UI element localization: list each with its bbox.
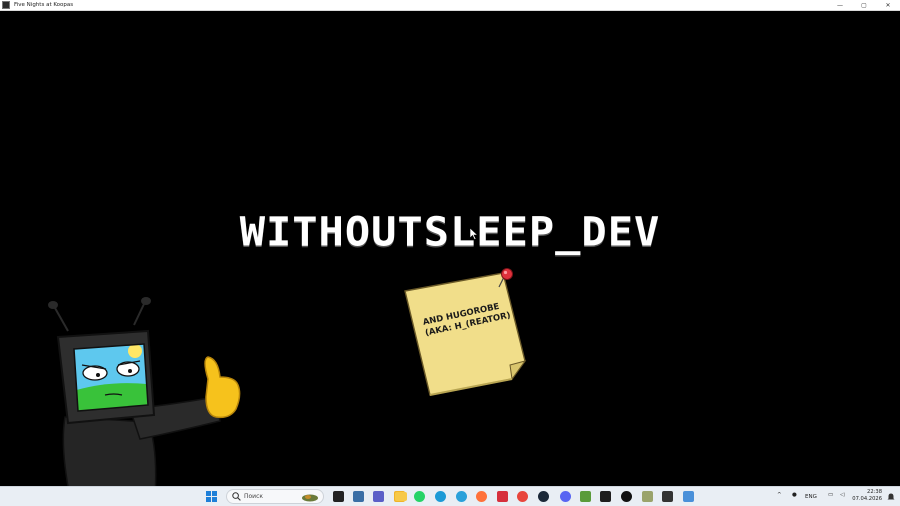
file-explorer-icon[interactable]: [333, 491, 344, 502]
app-icon: [2, 1, 10, 9]
game-icon[interactable]: [642, 491, 653, 502]
display-icon[interactable]: ▭: [828, 492, 833, 498]
taskbar-search-box[interactable]: Поиск: [226, 489, 324, 504]
search-icon: [232, 492, 241, 501]
tv-character-illustration: [48, 297, 241, 497]
chrome-icon[interactable]: [517, 491, 528, 502]
folder-icon[interactable]: [395, 492, 407, 501]
pushpin-icon: [501, 268, 513, 280]
notification-icon[interactable]: [887, 493, 895, 501]
taskbar: Поиск ^ ● ENG ▭ ◁ 22:38 07.04.2026: [0, 486, 900, 506]
windows-start-icon[interactable]: [206, 491, 217, 502]
discord-icon[interactable]: [560, 491, 571, 502]
widgets-icon[interactable]: [373, 491, 384, 502]
sticky-note: [404, 268, 527, 396]
clock-date: 07.04.2026: [852, 496, 882, 502]
language-indicator[interactable]: ENG: [805, 494, 817, 500]
search-highlight-icon: [302, 494, 318, 502]
steam-icon[interactable]: [538, 491, 549, 502]
mouse-cursor-icon: [470, 228, 478, 240]
game-viewport[interactable]: WITHOUTSLEEP_DEV AND HUGOROBE (AKA: H_(R…: [0, 11, 900, 497]
window-title: Five Nights at Koopas: [14, 1, 74, 8]
search-placeholder: Поиск: [244, 493, 264, 500]
whatsapp-icon[interactable]: [414, 491, 425, 502]
task-view-icon[interactable]: [353, 491, 364, 502]
paint-icon[interactable]: [662, 491, 673, 502]
close-button[interactable]: ✕: [876, 0, 900, 11]
minecraft-icon[interactable]: [580, 491, 591, 502]
microphone-icon[interactable]: ●: [792, 492, 797, 498]
app-icon-red[interactable]: [497, 491, 508, 502]
terminal-icon[interactable]: [600, 491, 611, 502]
window-controls: — ▢ ✕: [828, 0, 900, 11]
volume-icon[interactable]: ◁: [840, 492, 844, 498]
telegram-icon[interactable]: [456, 491, 467, 502]
window-title-bar: Five Nights at Koopas — ▢ ✕: [0, 0, 900, 11]
edge-icon[interactable]: [435, 491, 446, 502]
tray-chevron-icon[interactable]: ^: [777, 492, 782, 498]
v2-icon[interactable]: [621, 491, 632, 502]
credit-title: WITHOUTSLEEP_DEV: [239, 208, 661, 255]
minimize-button[interactable]: —: [828, 0, 852, 11]
maximize-button[interactable]: ▢: [852, 0, 876, 11]
firefox-icon[interactable]: [476, 491, 487, 502]
clock-time: 22:38: [867, 489, 882, 495]
taskbar-clock[interactable]: 22:38 07.04.2026: [852, 489, 882, 503]
snipping-icon[interactable]: [683, 491, 694, 502]
